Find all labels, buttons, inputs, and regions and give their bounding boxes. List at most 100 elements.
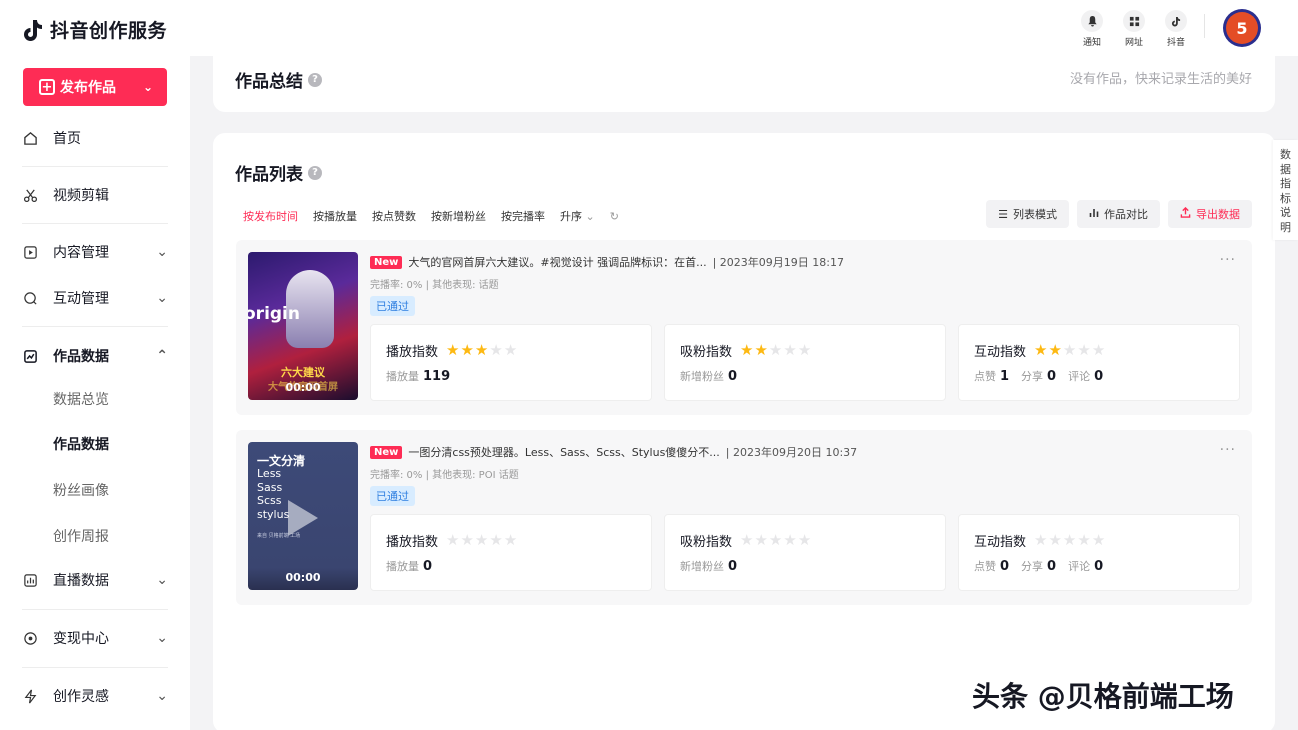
thumb-line: stylus [257, 507, 290, 521]
shares-stat: 分享 0 [1021, 558, 1056, 574]
sidebar-sub-fans[interactable]: 粉丝画像 [53, 480, 109, 500]
sidebar-item-work-data[interactable]: 作品数据 ⌃ [22, 346, 168, 366]
help-icon[interactable]: ? [308, 72, 322, 87]
star-icon: ★ [474, 341, 489, 359]
sidebar-item-monetize[interactable]: 变现中心 ⌄ [22, 628, 168, 648]
metric-name: 播放指数 [386, 345, 439, 360]
lightning-icon [22, 688, 38, 704]
chevron-down-icon[interactable]: ⌄ [143, 80, 153, 94]
sort-bar: 按发布时间 按播放量 按点赞数 按新增粉丝 按完播率 升序 ⌄ ↻ [243, 208, 619, 224]
douyin-button[interactable]: 抖音 [1162, 10, 1190, 48]
sidebar-item-home[interactable]: 首页 [22, 128, 168, 148]
summary-title: 作品总结 ? [235, 67, 322, 92]
sidebar-sub-weekly[interactable]: 创作周报 [53, 526, 109, 546]
play-count: 0 [423, 559, 433, 574]
video-title-line: New 大气的官网首屏六大建议。#视觉设计 强调品牌标识：在首... | 202… [370, 254, 844, 270]
play-index-card: 播放指数 ★ ★ ★ ★ ★ 播放量 119 [370, 324, 652, 401]
list-mode-label: 列表模式 [1013, 208, 1057, 221]
star-icon: ★ [754, 341, 768, 359]
metric-name: 播放指数 [386, 535, 439, 550]
star-icon: ★ [489, 341, 503, 359]
divider [22, 223, 168, 224]
star-icon: ★ [1077, 531, 1091, 549]
new-badge: New [370, 445, 403, 459]
compare-button[interactable]: 作品对比 [1077, 200, 1160, 228]
top-bar: 通知 网址 抖音 5 [190, 0, 1298, 56]
sidebar-item-inspiration[interactable]: 创作灵感 ⌄ [22, 686, 168, 706]
video-title[interactable]: 一图分清css预处理器。Less、Sass、Scss、Stylus傻傻分不... [408, 444, 719, 460]
play-icon[interactable] [288, 500, 318, 536]
export-button[interactable]: 导出数据 [1168, 200, 1252, 228]
sidebar-item-live-data[interactable]: 直播数据 ⌄ [22, 570, 168, 590]
publish-button[interactable]: + 发布作品 ⌄ [23, 68, 167, 106]
list-title-text: 作品列表 [235, 165, 303, 185]
sort-by-plays[interactable]: 按播放量 [313, 208, 357, 224]
star-icon: ★ [503, 531, 518, 549]
app-logo[interactable]: 抖音创作服务 [22, 16, 167, 43]
summary-title-text: 作品总结 [235, 72, 303, 92]
sort-by-time[interactable]: 按发布时间 [243, 208, 298, 224]
avatar[interactable]: 5 [1223, 9, 1261, 47]
shares-count: 0 [1047, 369, 1057, 384]
shares-label: 分享 [1021, 370, 1044, 383]
star-icon: ★ [1048, 341, 1062, 359]
fans-label: 新增粉丝 [680, 560, 724, 573]
sidebar-item-label: 首页 [53, 131, 81, 147]
play-count: 119 [423, 369, 451, 384]
new-badge: New [370, 255, 403, 269]
play-count-label: 播放量 [386, 370, 419, 383]
notification-button[interactable]: 通知 [1078, 10, 1106, 48]
list-mode-button[interactable]: ☰ 列表模式 [986, 200, 1069, 228]
metric-name: 互动指数 [974, 535, 1027, 550]
star-icon: ★ [1062, 341, 1077, 359]
shares-stat: 分享 0 [1021, 368, 1056, 384]
sort-by-likes[interactable]: 按点赞数 [372, 208, 416, 224]
metrics-explain-tab[interactable]: 数据指标说明 [1273, 140, 1298, 240]
sidebar-item-content[interactable]: 内容管理 ⌄ [22, 242, 168, 262]
star-rating: ★ ★ ★ ★ ★ [740, 533, 811, 548]
interaction-index-card: 互动指数 ★ ★ ★ ★ ★ 点赞 0 分享 0 评论 0 [958, 514, 1240, 591]
star-icon: ★ [754, 531, 768, 549]
sidebar-sub-work-data[interactable]: 作品数据 [53, 434, 109, 454]
fans-label: 新增粉丝 [680, 370, 724, 383]
star-icon: ★ [783, 531, 797, 549]
fans-count: 0 [728, 369, 738, 384]
video-thumbnail[interactable]: origin 六大建议 大气的官网首屏 00:00 [248, 252, 358, 400]
thumb-lines: Less Sass Scss stylus [257, 467, 289, 521]
more-icon[interactable]: ··· [1220, 252, 1236, 268]
thumb-line: Less [257, 467, 282, 480]
publish-label: 发布作品 [60, 80, 116, 96]
star-icon: ★ [740, 531, 754, 549]
html5-icon: 5 [1226, 12, 1258, 44]
status-badge: 已通过 [370, 296, 415, 316]
sidebar-item-interaction[interactable]: 互动管理 ⌄ [22, 288, 168, 308]
star-icon: ★ [446, 341, 460, 359]
sidebar: 抖音创作服务 + 发布作品 ⌄ 首页 视频剪辑 内容管理 ⌄ 互动管理 ⌄ 作品… [0, 0, 190, 730]
likes-stat: 点赞 1 [974, 368, 1009, 384]
help-icon[interactable]: ? [308, 165, 322, 180]
app-title: 抖音创作服务 [50, 20, 168, 42]
sort-by-completion[interactable]: 按完播率 [501, 208, 545, 224]
sidebar-item-video-edit[interactable]: 视频剪辑 [22, 185, 168, 205]
sidebar-sub-overview[interactable]: 数据总览 [53, 389, 109, 409]
comments-label: 评论 [1068, 560, 1091, 573]
chevron-down-icon: ⌄ [156, 630, 168, 646]
thumb-text: origin [248, 304, 300, 324]
video-title[interactable]: 大气的官网首屏六大建议。#视觉设计 强调品牌标识：在首... [408, 254, 706, 270]
refresh-icon[interactable]: ↻ [610, 210, 619, 223]
sort-order-select[interactable]: 升序 ⌄ [560, 208, 595, 224]
divider [22, 667, 168, 668]
site-button[interactable]: 网址 [1120, 10, 1148, 48]
empty-tip: 没有作品，快来记录生活的美好 [1069, 72, 1252, 87]
metric-label: 新增粉丝 0 [680, 368, 737, 384]
more-icon[interactable]: ··· [1220, 442, 1236, 458]
work-list-card: 作品列表 ? 按发布时间 按播放量 按点赞数 按新增粉丝 按完播率 升序 ⌄ ↻… [213, 133, 1275, 730]
star-rating: ★ ★ ★ ★ ★ [446, 533, 517, 548]
star-icon: ★ [797, 341, 812, 359]
video-thumbnail[interactable]: 一文分清 Less Sass Scss stylus 来自 贝格前端 工场 00… [248, 442, 358, 590]
star-icon: ★ [768, 341, 783, 359]
chevron-up-icon: ⌃ [156, 348, 168, 364]
sort-by-fans[interactable]: 按新增粉丝 [431, 208, 486, 224]
fans-count: 0 [728, 559, 738, 574]
live-chart-icon [22, 572, 38, 588]
